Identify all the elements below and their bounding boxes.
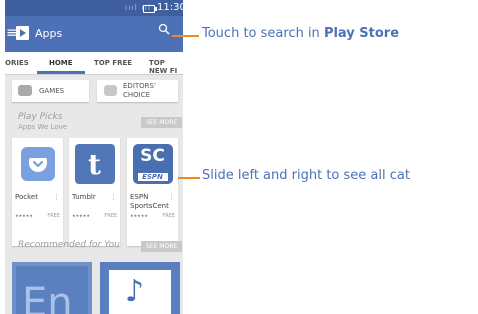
more-options-icon[interactable]: ⋮: [110, 193, 117, 201]
editors-choice-label: EDITORS' CHOICE: [123, 82, 156, 99]
recommended-title: Recommended for You: [18, 240, 120, 250]
tab-categories[interactable]: ORIES: [5, 59, 29, 67]
games-category-button[interactable]: GAMES: [12, 80, 89, 102]
status-bar: ıııl ııl 11:30: [5, 0, 183, 16]
app-bar: ≡ Apps: [5, 16, 183, 52]
search-icon[interactable]: [158, 23, 170, 39]
app-rating: ★★★★★: [72, 213, 90, 218]
phone-screen: ıııl ııl 11:30 ≡ Apps ORIES HOME TOP FRE…: [5, 0, 183, 314]
recommended-app-icon: ♪: [109, 270, 171, 314]
status-time: 11:30: [157, 2, 183, 13]
app-card-tumblr[interactable]: t Tumblr ⋮ ★★★★★ FREE: [69, 138, 120, 246]
editors-choice-button[interactable]: EDITORS' CHOICE: [97, 80, 178, 102]
play-picks-title: Play Picks: [18, 112, 63, 122]
search-callout-line: [172, 35, 199, 37]
battery-icon: [143, 5, 157, 13]
app-icon-pocket: [12, 138, 63, 190]
recommended-app-icon: En: [16, 266, 88, 314]
pocket-logo-icon: [20, 147, 55, 181]
play-picks-subtitle: Apps We Love: [18, 123, 68, 131]
recommended-app-card[interactable]: En: [12, 262, 92, 314]
app-price: FREE: [162, 213, 175, 219]
app-title: Apps: [35, 27, 63, 40]
tab-top-free[interactable]: TOP FREE: [94, 59, 132, 67]
recommended-app-card[interactable]: ♪: [100, 262, 180, 314]
active-tab-indicator: [37, 71, 85, 74]
search-callout-bold: Play Store: [323, 26, 400, 41]
app-card-espn[interactable]: SC ESPN ESPN SportsCent ⋮ ★★★★★ FREE: [127, 138, 178, 246]
espn-logo-icon: SC ESPN: [132, 144, 173, 184]
app-rating: ★★★★★: [15, 213, 33, 218]
slide-callout-line: [178, 177, 200, 179]
editors-choice-icon: [104, 85, 117, 96]
tab-bar: ORIES HOME TOP FREE TOP NEW FI: [5, 52, 183, 75]
app-name: Pocket: [15, 193, 38, 201]
play-picks-see-more-button[interactable]: SEE MORE: [141, 117, 183, 128]
tumblr-logo-icon: t: [74, 144, 115, 184]
recommended-see-more-button[interactable]: SEE MORE: [141, 241, 183, 252]
more-options-icon[interactable]: ⋮: [168, 193, 175, 201]
gamepad-icon: [18, 85, 32, 96]
games-label: GAMES: [39, 87, 65, 95]
more-options-icon[interactable]: ⋮: [53, 193, 60, 201]
tab-top-new-free[interactable]: TOP NEW FI: [149, 59, 183, 75]
app-price: FREE: [47, 213, 60, 219]
app-icon-tumblr: t: [69, 138, 120, 190]
app-card-pocket[interactable]: Pocket ⋮ ★★★★★ FREE: [12, 138, 63, 246]
play-store-icon: [16, 26, 29, 40]
app-icon-espn: SC ESPN: [127, 138, 178, 190]
search-callout: Touch to search in Play Store: [202, 26, 399, 41]
app-name: ESPN SportsCent: [130, 193, 169, 210]
search-callout-text: Touch to search in: [202, 26, 324, 41]
slide-callout: Slide left and right to see all cat: [202, 168, 410, 183]
app-rating: ★★★★★: [130, 213, 148, 218]
app-price: FREE: [104, 213, 117, 219]
app-name: Tumblr: [72, 193, 96, 201]
tab-home[interactable]: HOME: [49, 59, 73, 67]
